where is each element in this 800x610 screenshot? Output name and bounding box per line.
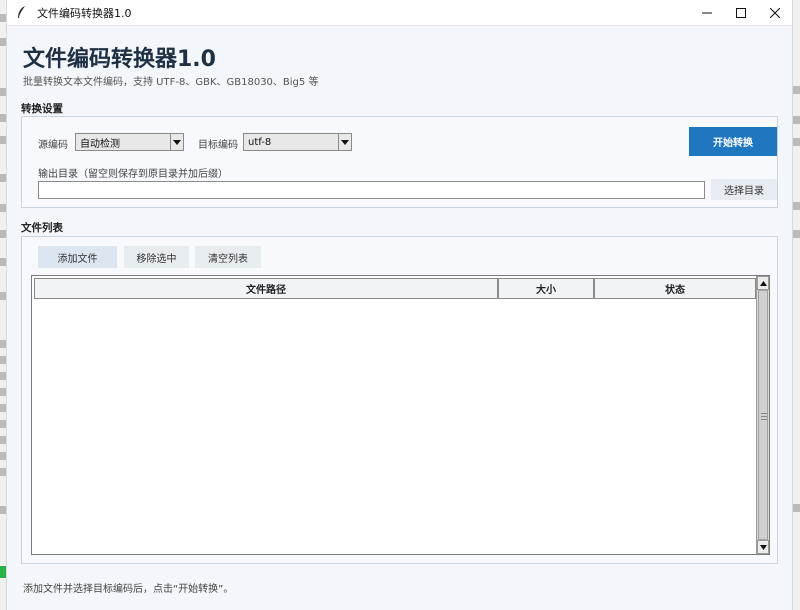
clear-list-button[interactable]: 清空列表 [195, 246, 261, 268]
file-table[interactable]: 文件路径 大小 状态 [31, 275, 770, 555]
feather-icon [15, 6, 29, 20]
scroll-thumb[interactable] [758, 290, 768, 540]
status-bar-text: 添加文件并选择目标编码后，点击“开始转换”。 [23, 584, 234, 595]
chevron-down-icon[interactable] [338, 134, 351, 150]
column-header-path[interactable]: 文件路径 [34, 278, 498, 299]
target-encoding-value: utf-8 [248, 136, 272, 148]
start-convert-button[interactable]: 开始转换 [689, 127, 777, 156]
window-title: 文件编码转换器1.0 [37, 6, 132, 20]
table-header: 文件路径 大小 状态 [34, 278, 756, 299]
source-encoding-label: 源编码 [38, 140, 68, 151]
minimize-icon[interactable] [690, 0, 724, 26]
remove-selected-button[interactable]: 移除选中 [124, 246, 189, 268]
target-encoding-label: 目标编码 [198, 140, 238, 151]
files-panel: 添加文件 移除选中 清空列表 文件路径 大小 状态 [21, 236, 778, 564]
settings-panel: 源编码 自动检测 目标编码 utf-8 开始转换 输出目录（留空则保存到原目录并… [21, 116, 778, 208]
scroll-down-icon[interactable] [757, 540, 769, 554]
output-dir-label: 输出目录（留空则保存到原目录并加后缀） [38, 169, 228, 180]
close-icon[interactable] [758, 0, 792, 26]
add-file-button[interactable]: 添加文件 [38, 246, 117, 268]
column-header-size[interactable]: 大小 [498, 278, 594, 299]
background-window-edge-left [0, 0, 7, 610]
choose-dir-button[interactable]: 选择目录 [711, 179, 777, 200]
vertical-scrollbar[interactable] [756, 276, 769, 554]
app-window: 文件编码转换器1.0 文件编码转换器1.0 批量转换文本文件编码，支持 UTF-… [7, 0, 792, 610]
files-section-title: 文件列表 [21, 222, 63, 234]
chevron-down-icon[interactable] [170, 134, 183, 150]
output-dir-input[interactable] [38, 181, 705, 199]
page-subtitle: 批量转换文本文件编码，支持 UTF-8、GBK、GB18030、Big5 等 [23, 77, 319, 88]
page-title: 文件编码转换器1.0 [23, 47, 216, 72]
background-window-edge-right [792, 0, 800, 610]
source-encoding-value: 自动检测 [80, 138, 120, 150]
column-header-status[interactable]: 状态 [594, 278, 756, 299]
app-header: 文件编码转换器1.0 批量转换文本文件编码，支持 UTF-8、GBK、GB180… [7, 27, 792, 97]
scroll-up-icon[interactable] [757, 276, 769, 290]
title-bar[interactable]: 文件编码转换器1.0 [7, 0, 792, 26]
source-encoding-select[interactable]: 自动检测 [75, 133, 184, 151]
target-encoding-select[interactable]: utf-8 [243, 133, 352, 151]
maximize-icon[interactable] [724, 0, 758, 26]
settings-section-title: 转换设置 [21, 103, 63, 115]
